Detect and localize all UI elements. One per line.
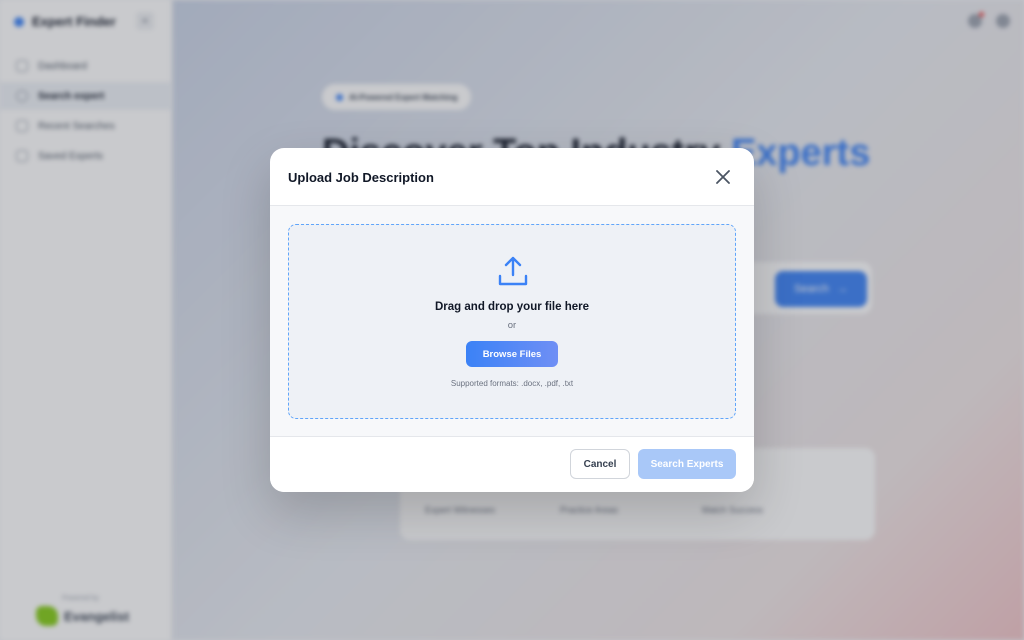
modal-body: Drag and drop your file here or Browse F… [270,206,754,436]
search-experts-button[interactable]: Search Experts [638,449,736,479]
close-icon [716,170,730,184]
dropzone-or-text: or [507,320,517,331]
file-dropzone[interactable]: Drag and drop your file here or Browse F… [288,224,736,419]
upload-icon [498,256,528,286]
dropzone-primary-text: Drag and drop your file here [435,301,589,313]
modal-footer: Cancel Search Experts [270,436,754,492]
cancel-button[interactable]: Cancel [570,449,630,479]
supported-formats-text: Supported formats: .docx, .pdf, .txt [450,379,574,388]
upload-job-description-modal: Upload Job Description Drag and drop you… [270,148,754,492]
modal-title: Upload Job Description [288,170,434,185]
browse-files-button[interactable]: Browse Files [466,341,558,367]
modal-header: Upload Job Description [270,148,754,206]
close-modal-button[interactable] [712,166,734,188]
